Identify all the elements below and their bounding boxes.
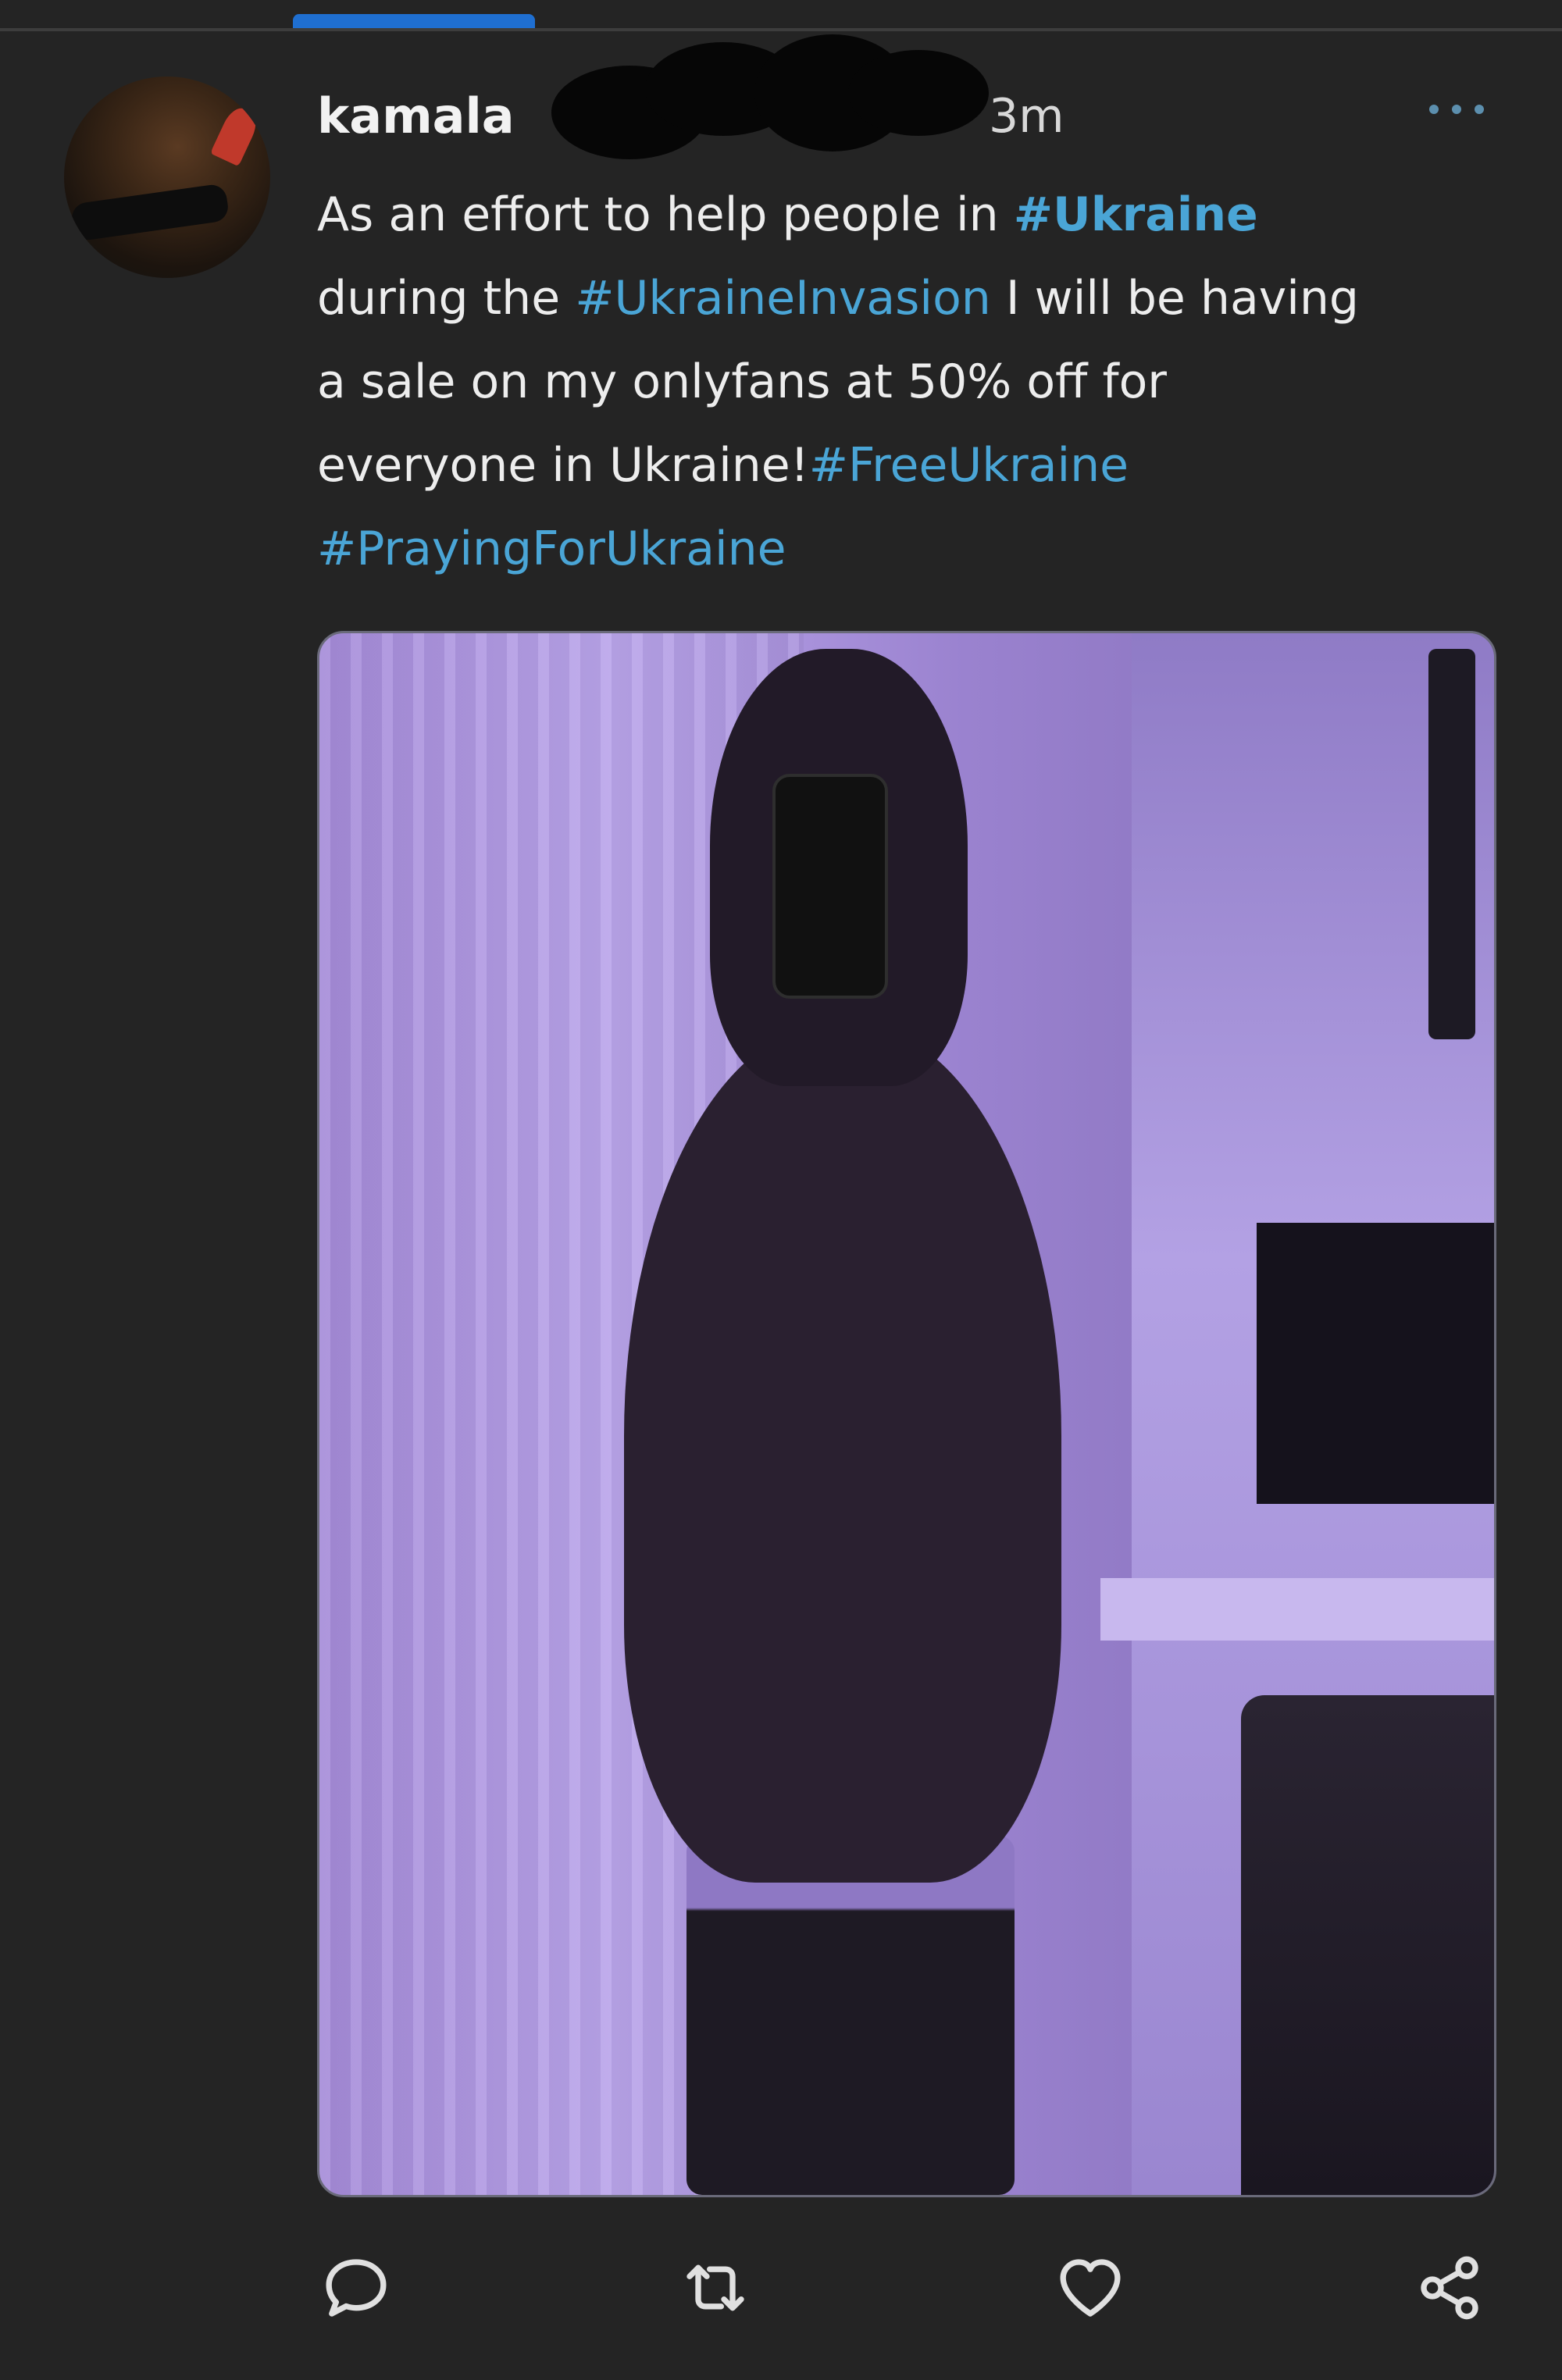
tweet-text-segment: during the (317, 271, 561, 326)
like-icon[interactable] (1051, 2249, 1129, 2327)
retweet-icon[interactable] (676, 2249, 754, 2327)
redaction-scribble (551, 34, 989, 159)
hashtag-link[interactable]: #UkraineInvasion (575, 271, 991, 326)
tweet-text: As an effort to help people in #Ukraine … (317, 173, 1520, 591)
top-divider (0, 28, 1562, 31)
tweet-actions (317, 2249, 1535, 2335)
tweet-image[interactable] (317, 631, 1496, 2197)
author-name[interactable]: kamala (317, 87, 515, 144)
hashtag-link[interactable]: #FreeUkraine (809, 438, 1129, 493)
avatar[interactable] (64, 77, 270, 278)
hashtag-link[interactable]: #PrayingForUkraine (317, 522, 786, 576)
tweet-text-segment: As an effort to help people in (317, 187, 1014, 242)
reply-icon[interactable] (317, 2249, 395, 2327)
more-icon[interactable] (1429, 102, 1484, 117)
tweet-timestamp: 3m (989, 89, 1065, 144)
hashtag-link[interactable]: #Ukraine (1014, 187, 1258, 242)
active-tab-indicator (293, 14, 535, 28)
share-icon[interactable] (1410, 2249, 1489, 2327)
